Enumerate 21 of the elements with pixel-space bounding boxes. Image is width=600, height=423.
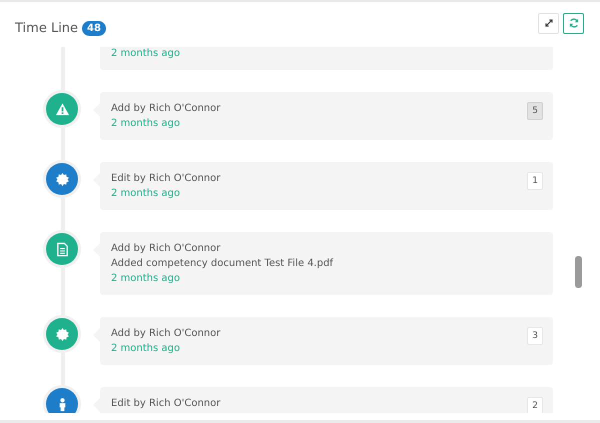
refresh-icon [568,17,580,29]
entry-time: 2 months ago [111,272,181,286]
count-badge: 2 [527,397,543,413]
entry-time: 2 months ago [111,342,181,356]
entry-title: Add by Rich O'Connor [111,102,220,116]
count-badge: 3 [527,327,543,345]
entry-time: 2 months ago [111,187,181,201]
expand-icon [542,17,554,29]
entry-time: 2 months ago [111,47,180,61]
scrollbar-thumb[interactable] [575,256,582,288]
expand-button[interactable] [538,12,559,34]
count-badge: 1 [527,172,543,190]
count-badge: 48 [82,21,106,36]
entry-title: Add by Rich O'Connor [111,327,220,341]
entry-detail: Added competency document Test File 4.pdf [111,257,334,271]
count-badge: 5 [527,102,543,120]
entry-title: Edit by Rich O'Connor [111,172,220,186]
entry-title: Edit by Rich O'Connor [111,397,220,411]
panel-title: Time Line [15,21,78,36]
entry-title: Add by Rich O'Connor [111,242,222,256]
entry-time: 2 months ago [111,117,181,131]
